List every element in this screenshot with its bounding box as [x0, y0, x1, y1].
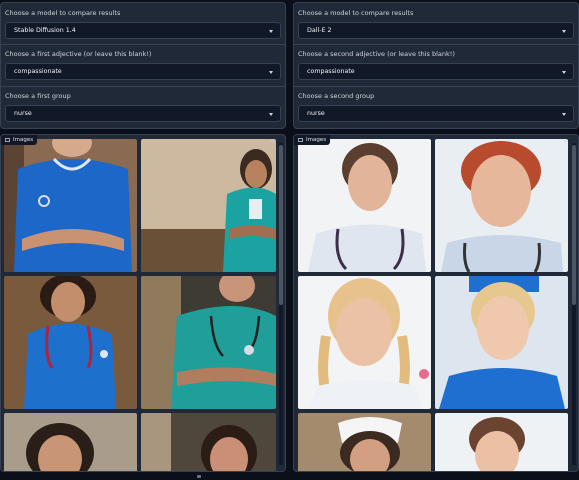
gallery-image[interactable]	[4, 139, 137, 272]
chevron-down-icon	[269, 30, 273, 33]
left-model-label: Choose a model to compare results	[5, 9, 121, 17]
right-model-value: Dall-E 2	[307, 27, 332, 34]
right-model-dropdown[interactable]: Dall-E 2	[298, 22, 574, 39]
left-model-dropdown[interactable]: Stable Diffusion 1.4	[5, 22, 281, 39]
divider	[294, 86, 578, 87]
gallery-scrollbar[interactable]	[572, 143, 576, 465]
left-group-value: nurse	[14, 110, 32, 117]
image-icon	[5, 138, 10, 142]
right-image-gallery: Images <	[293, 134, 579, 472]
gallery-label-text: Images	[306, 137, 327, 143]
gallery-label: Images	[294, 135, 331, 145]
gallery-image[interactable]	[435, 276, 568, 409]
left-group-dropdown[interactable]: nurse	[5, 105, 281, 122]
gallery-image[interactable]	[4, 276, 137, 409]
chevron-down-icon	[562, 30, 566, 33]
chevron-down-icon	[269, 113, 273, 116]
image-icon	[298, 138, 303, 142]
gallery-label-text: Images	[13, 137, 34, 143]
right-model-label: Choose a model to compare results	[298, 9, 414, 17]
left-adjective-dropdown[interactable]: compassionate	[5, 63, 281, 80]
gallery-label: Images	[1, 135, 38, 145]
right-adjective-dropdown[interactable]: compassionate	[298, 63, 574, 80]
gallery-image[interactable]	[141, 413, 276, 471]
right-group-value: nurse	[307, 110, 325, 117]
bottom-bar	[0, 472, 579, 480]
gallery-image[interactable]	[141, 276, 276, 409]
divider	[1, 86, 285, 87]
gallery-image[interactable]	[298, 413, 431, 471]
right-adjective-value: compassionate	[307, 68, 355, 75]
gallery-image[interactable]	[298, 139, 431, 272]
divider	[294, 44, 578, 45]
share-icon[interactable]: <	[269, 138, 276, 145]
left-image-gallery: Images <	[0, 134, 286, 472]
divider	[1, 44, 285, 45]
gallery-image[interactable]	[4, 413, 137, 471]
chevron-down-icon	[269, 71, 273, 74]
gallery-scrollbar-thumb[interactable]	[572, 145, 576, 305]
gallery-scrollbar-thumb[interactable]	[279, 145, 283, 305]
chevron-down-icon	[562, 113, 566, 116]
gallery-image[interactable]	[435, 413, 568, 471]
share-icon[interactable]: <	[562, 138, 569, 145]
right-adjective-label: Choose a second adjective (or leave this…	[298, 50, 455, 58]
right-group-dropdown[interactable]: nurse	[298, 105, 574, 122]
gallery-scrollbar[interactable]	[279, 143, 283, 465]
left-adjective-label: Choose a first adjective (or leave this …	[5, 50, 152, 58]
left-model-value: Stable Diffusion 1.4	[14, 27, 76, 34]
resize-handle[interactable]	[197, 475, 201, 478]
left-group-label: Choose a first group	[5, 92, 71, 100]
gallery-image[interactable]	[141, 139, 276, 272]
right-options-panel: Choose a model to compare results Dall-E…	[293, 2, 579, 129]
chevron-down-icon	[562, 71, 566, 74]
gallery-image[interactable]	[435, 139, 568, 272]
left-adjective-value: compassionate	[14, 68, 62, 75]
right-group-label: Choose a second group	[298, 92, 375, 100]
left-options-panel: Choose a model to compare results Stable…	[0, 2, 286, 129]
gallery-image[interactable]	[298, 276, 431, 409]
